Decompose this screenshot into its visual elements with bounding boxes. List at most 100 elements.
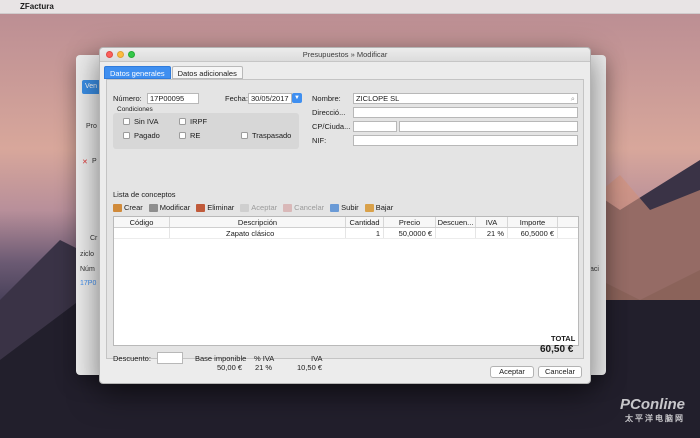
irpf-label: IRPF: [190, 117, 208, 126]
re-checkbox[interactable]: RE: [179, 131, 200, 140]
lista-conceptos-label: Lista de conceptos: [113, 190, 176, 199]
column-header-importe[interactable]: Importe: [508, 217, 558, 227]
cell-importe: 60,5000 €: [508, 228, 558, 238]
descuento-label: Descuento:: [113, 354, 151, 363]
ciudad-field[interactable]: [399, 121, 578, 132]
base-imponible-label: Base imponible: [195, 354, 247, 363]
subir-button[interactable]: Subir: [330, 203, 359, 212]
accept-icon: [240, 203, 250, 212]
pagado-checkbox[interactable]: Pagado: [123, 131, 160, 140]
porcentaje-iva-label: % IVA: [254, 354, 275, 363]
crear-button[interactable]: Crear: [113, 203, 143, 212]
arrow-up-icon: [330, 203, 340, 212]
column-header-codigo[interactable]: Código: [114, 217, 170, 227]
background-label: Núm: [80, 266, 95, 273]
cp-field[interactable]: [353, 121, 397, 132]
background-label: Cr: [90, 235, 98, 242]
sin-iva-label: Sin IVA: [134, 117, 159, 126]
menu-bar: ZFactura: [0, 0, 700, 14]
column-header-descuento[interactable]: Descuen...: [436, 217, 476, 227]
background-close-icon: ✕: [82, 159, 88, 166]
pagado-label: Pagado: [134, 131, 160, 140]
window-title: Presupuestos » Modificar: [302, 50, 388, 59]
tab-bar: Datos generales Datos adicionales: [104, 66, 243, 79]
eliminar-button[interactable]: Eliminar: [196, 203, 234, 212]
direccion-field[interactable]: [353, 107, 578, 118]
traspasado-checkbox[interactable]: Traspasado: [241, 131, 291, 140]
edit-icon: [148, 203, 158, 212]
iva-value: 10,50 €: [297, 363, 323, 372]
numero-field[interactable]: 17P00095: [147, 93, 199, 104]
fecha-field[interactable]: 30/05/2017: [248, 93, 292, 104]
cancelar-toolbar-button[interactable]: Cancelar: [283, 203, 324, 212]
aceptar-toolbar-button[interactable]: Aceptar: [240, 203, 277, 212]
nombre-value: ZICLOPE SL: [356, 94, 400, 103]
tab-datos-generales[interactable]: Datos generales: [104, 66, 171, 79]
base-imponible-value: 50,00 €: [217, 363, 243, 372]
cell-descripcion: Zapato clásico: [170, 228, 346, 238]
column-header-cantidad[interactable]: Cantidad: [346, 217, 384, 227]
search-icon: ⌕: [570, 94, 575, 103]
cell-cantidad: 1: [346, 228, 384, 238]
watermark-brand: PConline: [619, 396, 685, 413]
iva-label: IVA: [311, 354, 323, 363]
arrow-down-icon: [364, 203, 374, 212]
app-menu[interactable]: ZFactura: [20, 2, 54, 11]
table-header: Código Descripción Cantidad Precio Descu…: [114, 217, 578, 228]
tab-datos-adicionales[interactable]: Datos adicionales: [171, 66, 243, 79]
numero-label: Número:: [113, 94, 142, 103]
close-window-button[interactable]: [106, 51, 113, 58]
cancel-icon: [283, 203, 293, 212]
modificar-button[interactable]: Modificar: [148, 203, 191, 212]
traspasado-label: Traspasado: [252, 131, 292, 140]
cancelar-button[interactable]: Cancelar: [538, 366, 582, 378]
eliminar-label: Eliminar: [207, 203, 235, 212]
re-label: RE: [190, 131, 201, 140]
minimize-window-button[interactable]: [117, 51, 124, 58]
descuento-field[interactable]: [157, 352, 183, 364]
background-label: Pro: [86, 123, 97, 130]
nombre-field[interactable]: ZICLOPE SL ⌕: [353, 93, 578, 104]
condiciones-label: Condiciones: [117, 106, 153, 113]
direccion-label: Direcció...: [312, 108, 346, 117]
column-header-precio[interactable]: Precio: [384, 217, 436, 227]
total-label: TOTAL: [551, 334, 576, 343]
date-picker-button[interactable]: ▼: [292, 93, 302, 103]
title-bar: Presupuestos » Modificar: [100, 48, 590, 62]
background-label: P: [92, 158, 97, 165]
pconline-watermark: PConline 太平洋电脑网: [620, 396, 685, 424]
bajar-label: Bajar: [375, 203, 394, 212]
presupuesto-dialog: Presupuestos » Modificar Datos generales…: [99, 47, 591, 384]
porcentaje-iva-value: 21 %: [255, 363, 273, 372]
fecha-label: Fecha:: [225, 94, 248, 103]
general-panel: Número: 17P00095 Fecha: 30/05/2017 ▼ Con…: [106, 79, 584, 372]
cell-iva: 21 %: [476, 228, 508, 238]
zoom-window-button[interactable]: [128, 51, 135, 58]
nombre-label: Nombre:: [312, 94, 341, 103]
bajar-button[interactable]: Bajar: [364, 203, 394, 212]
total-value: 60,50 €: [540, 344, 574, 355]
create-icon: [113, 203, 122, 212]
crear-label: Crear: [124, 203, 143, 212]
sin-iva-checkbox[interactable]: Sin IVA: [123, 117, 158, 126]
conceptos-toolbar: Crear Modificar Eliminar Aceptar Cancela…: [113, 201, 579, 214]
nif-field[interactable]: [353, 135, 578, 146]
background-label: ziclo: [80, 251, 95, 258]
delete-icon: [196, 203, 206, 212]
irpf-checkbox[interactable]: IRPF: [179, 117, 207, 126]
cell-precio: 50,0000 €: [384, 228, 436, 238]
column-header-descripcion[interactable]: Descripción: [170, 217, 346, 227]
conceptos-table[interactable]: Código Descripción Cantidad Precio Descu…: [113, 216, 579, 346]
modificar-label: Modificar: [159, 203, 191, 212]
aceptar-button[interactable]: Aceptar: [490, 366, 534, 378]
nif-label: NIF:: [312, 136, 327, 145]
cell-descuento: [436, 228, 476, 238]
column-header-iva[interactable]: IVA: [476, 217, 508, 227]
table-row[interactable]: Zapato clásico 1 50,0000 € 21 % 60,5000 …: [114, 228, 578, 239]
subir-label: Subir: [341, 203, 359, 212]
background-label: aci: [590, 266, 599, 273]
cancelar-toolbar-label: Cancelar: [294, 203, 325, 212]
chevron-down-icon: ▼: [294, 95, 300, 101]
cell-codigo: [114, 228, 170, 238]
aceptar-toolbar-label: Aceptar: [251, 203, 278, 212]
